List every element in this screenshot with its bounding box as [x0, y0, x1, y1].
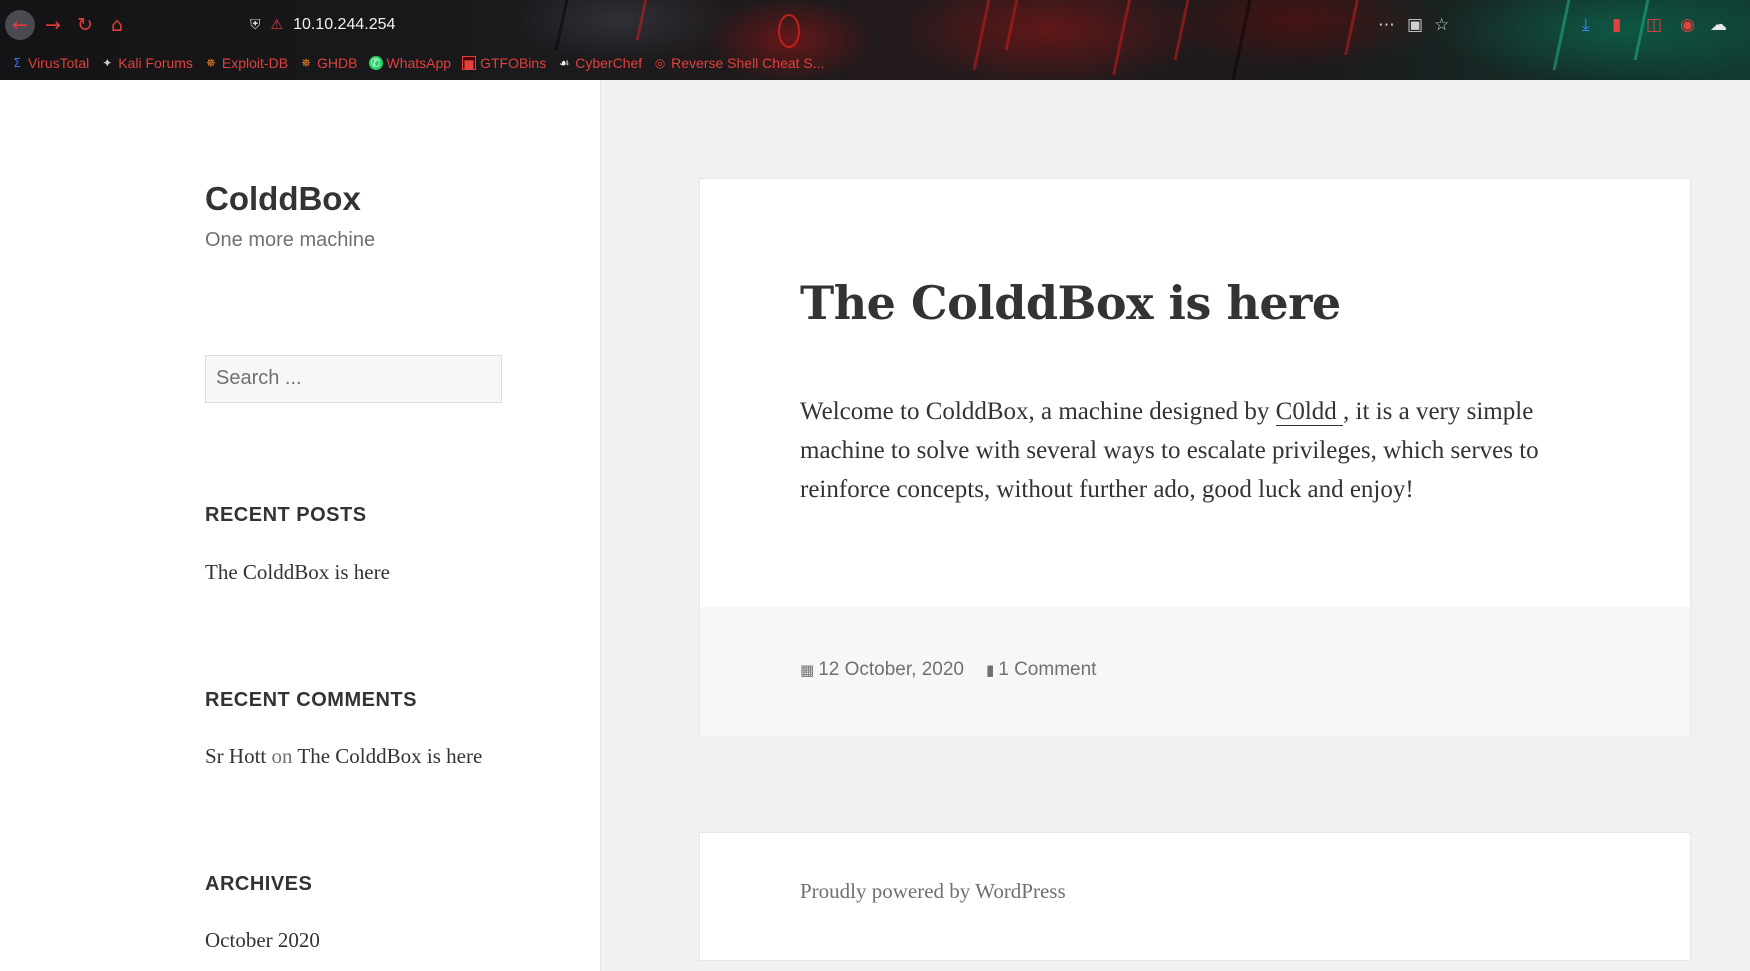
shield-icon: ⛨	[250, 17, 261, 33]
site-title[interactable]: ColddBox	[205, 180, 361, 218]
extension-icon[interactable]: ☁	[1710, 12, 1727, 38]
recent-post-link[interactable]: The ColddBox is here	[205, 560, 390, 585]
site-description: One more machine	[205, 229, 376, 251]
bookmark-label: GHDB	[317, 55, 358, 71]
post-meta: ▦ 12 October, 2020 ▮ 1 Comment	[800, 659, 1096, 681]
post-article: The ColddBox is here Welcome to ColddBox…	[699, 178, 1691, 736]
bookmark-label: Kali Forums	[118, 55, 193, 71]
post-footer: ▦ 12 October, 2020 ▮ 1 Comment	[700, 607, 1690, 736]
bookmark-whatsapp[interactable]: ✆ WhatsApp	[368, 55, 452, 71]
globe-icon: ◎	[654, 56, 666, 70]
exploit-db-icon: ✵	[205, 56, 216, 70]
comment-on-text: on	[271, 744, 293, 768]
whatsapp-icon: ✆	[368, 56, 383, 70]
bookmark-kali-forums[interactable]: ✦ Kali Forums	[100, 55, 193, 71]
ghdb-icon: ✵	[301, 56, 312, 70]
chef-hat-icon: ☙	[558, 56, 570, 70]
archives-heading: ARCHIVES	[205, 873, 313, 895]
post-date-text: 12 October, 2020	[818, 659, 964, 680]
comment-bubble-icon: ▮	[985, 661, 995, 679]
recent-comment-item: Sr Hott on The ColddBox is here	[205, 744, 482, 769]
library-icon[interactable]: ▮	[1612, 12, 1621, 38]
address-bar[interactable]: ⛨ ⚠ 10.10.244.254	[250, 11, 395, 39]
bookmark-star-icon[interactable]: ☆	[1434, 12, 1449, 38]
kali-dragon-icon: ✦	[102, 56, 113, 70]
bookmarks-bar: Σ VirusTotal ✦ Kali Forums ✵ Exploit-DB …	[10, 51, 824, 75]
bookmark-gtfobins[interactable]: ■ GTFOBins	[462, 55, 546, 71]
browser-chrome: ← → ↻ ⌂ ⛨ ⚠ 10.10.244.254 ⋯ ▣ ☆ ⤓ ▮ ◫ ◉ …	[0, 0, 1750, 80]
home-icon[interactable]: ⌂	[102, 10, 132, 40]
calendar-icon: ▦	[800, 661, 815, 679]
download-icon[interactable]: ⤓	[1582, 12, 1590, 38]
author-link[interactable]: C0ldd	[1275, 398, 1344, 426]
sidebar-icon[interactable]: ◫	[1646, 12, 1662, 38]
archive-link[interactable]: October 2020	[205, 928, 320, 953]
insecure-lock-icon: ⚠	[270, 17, 284, 33]
post-title[interactable]: The ColddBox is here	[800, 276, 1341, 330]
url-text[interactable]: 10.10.244.254	[293, 16, 395, 34]
bookmark-exploit-db[interactable]: ✵ Exploit-DB	[204, 55, 288, 71]
bookmark-label: WhatsApp	[386, 55, 452, 71]
bookmark-label: Reverse Shell Cheat S...	[671, 55, 825, 71]
site-footer: Proudly powered by WordPress	[699, 832, 1691, 961]
bookmark-ghdb[interactable]: ✵ GHDB	[299, 55, 357, 71]
bookmark-label: Exploit-DB	[221, 55, 289, 71]
back-arrow-icon[interactable]: ←	[5, 10, 35, 40]
comment-author: Sr Hott	[205, 744, 267, 768]
bookmark-cyberchef[interactable]: ☙ CyberChef	[557, 55, 642, 71]
post-content: Welcome to ColddBox, a machine designed …	[800, 392, 1590, 509]
bookmark-label: GTFOBins	[480, 55, 547, 71]
bookmark-label: VirusTotal	[28, 55, 90, 71]
powered-by-link[interactable]: Proudly powered by WordPress	[800, 879, 1066, 904]
pocket-icon[interactable]: ▣	[1407, 12, 1423, 38]
page-actions-icon[interactable]: ⋯	[1378, 12, 1395, 38]
post-comments-text: 1 Comment	[998, 659, 1097, 680]
bookmark-label: CyberChef	[575, 55, 643, 71]
forward-arrow-icon[interactable]: →	[38, 10, 68, 40]
comment-post-link[interactable]: The ColddBox is here	[297, 744, 482, 768]
sidebar: ColddBox One more machine Search ... REC…	[0, 80, 601, 971]
browser-toolbar: ← → ↻ ⌂ ⛨ ⚠ 10.10.244.254 ⋯ ▣ ☆ ⤓ ▮ ◫ ◉ …	[0, 0, 1750, 50]
gtfobins-icon: ■	[462, 56, 477, 71]
main-content: The ColddBox is here Welcome to ColddBox…	[601, 80, 1750, 971]
search-input[interactable]: Search ...	[205, 355, 502, 403]
recent-posts-heading: RECENT POSTS	[205, 504, 367, 526]
bookmark-reverse-shell[interactable]: ◎ Reverse Shell Cheat S...	[653, 55, 825, 71]
account-icon[interactable]: ◉	[1680, 12, 1695, 38]
recent-comments-heading: RECENT COMMENTS	[205, 689, 417, 711]
post-comments-link[interactable]: ▮ 1 Comment	[986, 659, 1096, 681]
sigma-icon: Σ	[13, 56, 21, 70]
post-text-before: Welcome to ColddBox, a machine designed …	[800, 398, 1276, 425]
reload-icon[interactable]: ↻	[70, 10, 100, 40]
post-date[interactable]: ▦ 12 October, 2020	[800, 659, 964, 681]
bookmark-virustotal[interactable]: Σ VirusTotal	[10, 55, 89, 71]
